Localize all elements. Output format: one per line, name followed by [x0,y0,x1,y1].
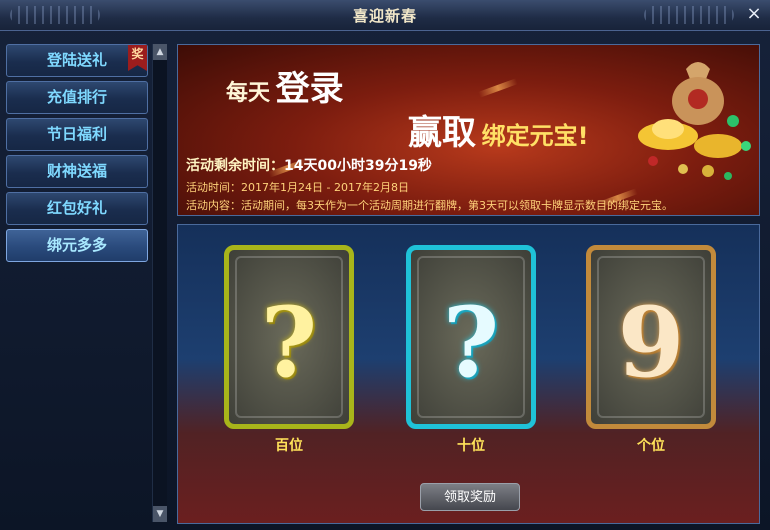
headline-bound-yuanbao: 绑定元宝! [481,122,589,150]
close-icon[interactable]: × [744,4,764,24]
sidebar-item-label: 充值排行 [46,88,107,106]
card-tens[interactable]: ? [406,245,536,429]
card-symbol: 9 [617,286,685,399]
card-ones[interactable]: 9 [586,245,716,429]
claim-reward-button[interactable]: 领取奖励 [420,483,520,511]
card-hundreds[interactable]: ? [224,245,354,429]
sidebar-scrollbar[interactable]: ▲ ▼ [152,44,167,522]
countdown-value: 14天00小时39分19秒 [284,158,432,174]
headline-daily-login: 每天 登录 [226,61,344,110]
headline-daily: 每天 [226,81,271,106]
sidebar-item-red-envelope[interactable]: 红包好礼 [6,192,148,225]
sidebar-item-login-gift[interactable]: 登陆送礼 奖 [6,44,148,77]
event-content: 活动内容：活动期间，每3天作为一个活动周期进行翻牌，第3天可以领取卡牌显示数目的… [186,199,673,212]
card-stage: ? 百位 ? 十位 9 个位 领取奖励 [177,224,760,524]
reward-badge: 奖 [128,45,147,71]
card-label-ones: 个位 [637,438,665,454]
title-bar: 喜迎新春 × [0,0,770,31]
card-symbol: ? [442,286,500,399]
sidebar-item-label: 绑元多多 [46,236,107,254]
sidebar-item-bound-yuanbao[interactable]: 绑元多多 [6,229,148,262]
sidebar-item-label: 财神送福 [46,162,107,180]
gold-ingot-icon [638,62,751,180]
headline-win: 赢取 [408,113,476,153]
sidebar-item-recharge-rank[interactable]: 充值排行 [6,81,148,114]
event-banner: 每天 登录 赢取 绑定元宝! 活动剩余时间：14天00小时39分19秒 活动时间… [177,44,760,216]
window-title: 喜迎新春 [352,7,417,25]
headline-login: 登录 [275,69,344,109]
card-label-tens: 十位 [457,438,485,454]
card-label-hundreds: 百位 [275,438,303,454]
countdown-timer: 活动剩余时间：14天00小时39分19秒 [186,155,432,175]
sidebar-item-label: 登陆送礼 [46,51,107,69]
countdown-label: 活动剩余时间： [186,158,284,174]
headline-win-yuanbao: 赢取 绑定元宝! [408,105,589,154]
event-time: 活动时间：2017年1月24日 - 2017年2月8日 [186,181,409,194]
sidebar-item-god-of-wealth[interactable]: 财神送福 [6,155,148,188]
scroll-down-icon[interactable]: ▼ [153,506,167,522]
sidebar-item-label: 节日福利 [46,125,107,143]
light-streak [478,78,518,98]
event-window: 喜迎新春 × 登陆送礼 奖 充值排行 节日福利 财神送福 红包好礼 绑元多多 ▲… [0,0,770,530]
sidebar: 登陆送礼 奖 充值排行 节日福利 财神送福 红包好礼 绑元多多 [6,44,152,522]
card-symbol: ? [260,286,318,399]
scroll-up-icon[interactable]: ▲ [153,44,167,60]
sidebar-item-festival-benefits[interactable]: 节日福利 [6,118,148,151]
sidebar-item-label: 红包好礼 [46,199,107,217]
